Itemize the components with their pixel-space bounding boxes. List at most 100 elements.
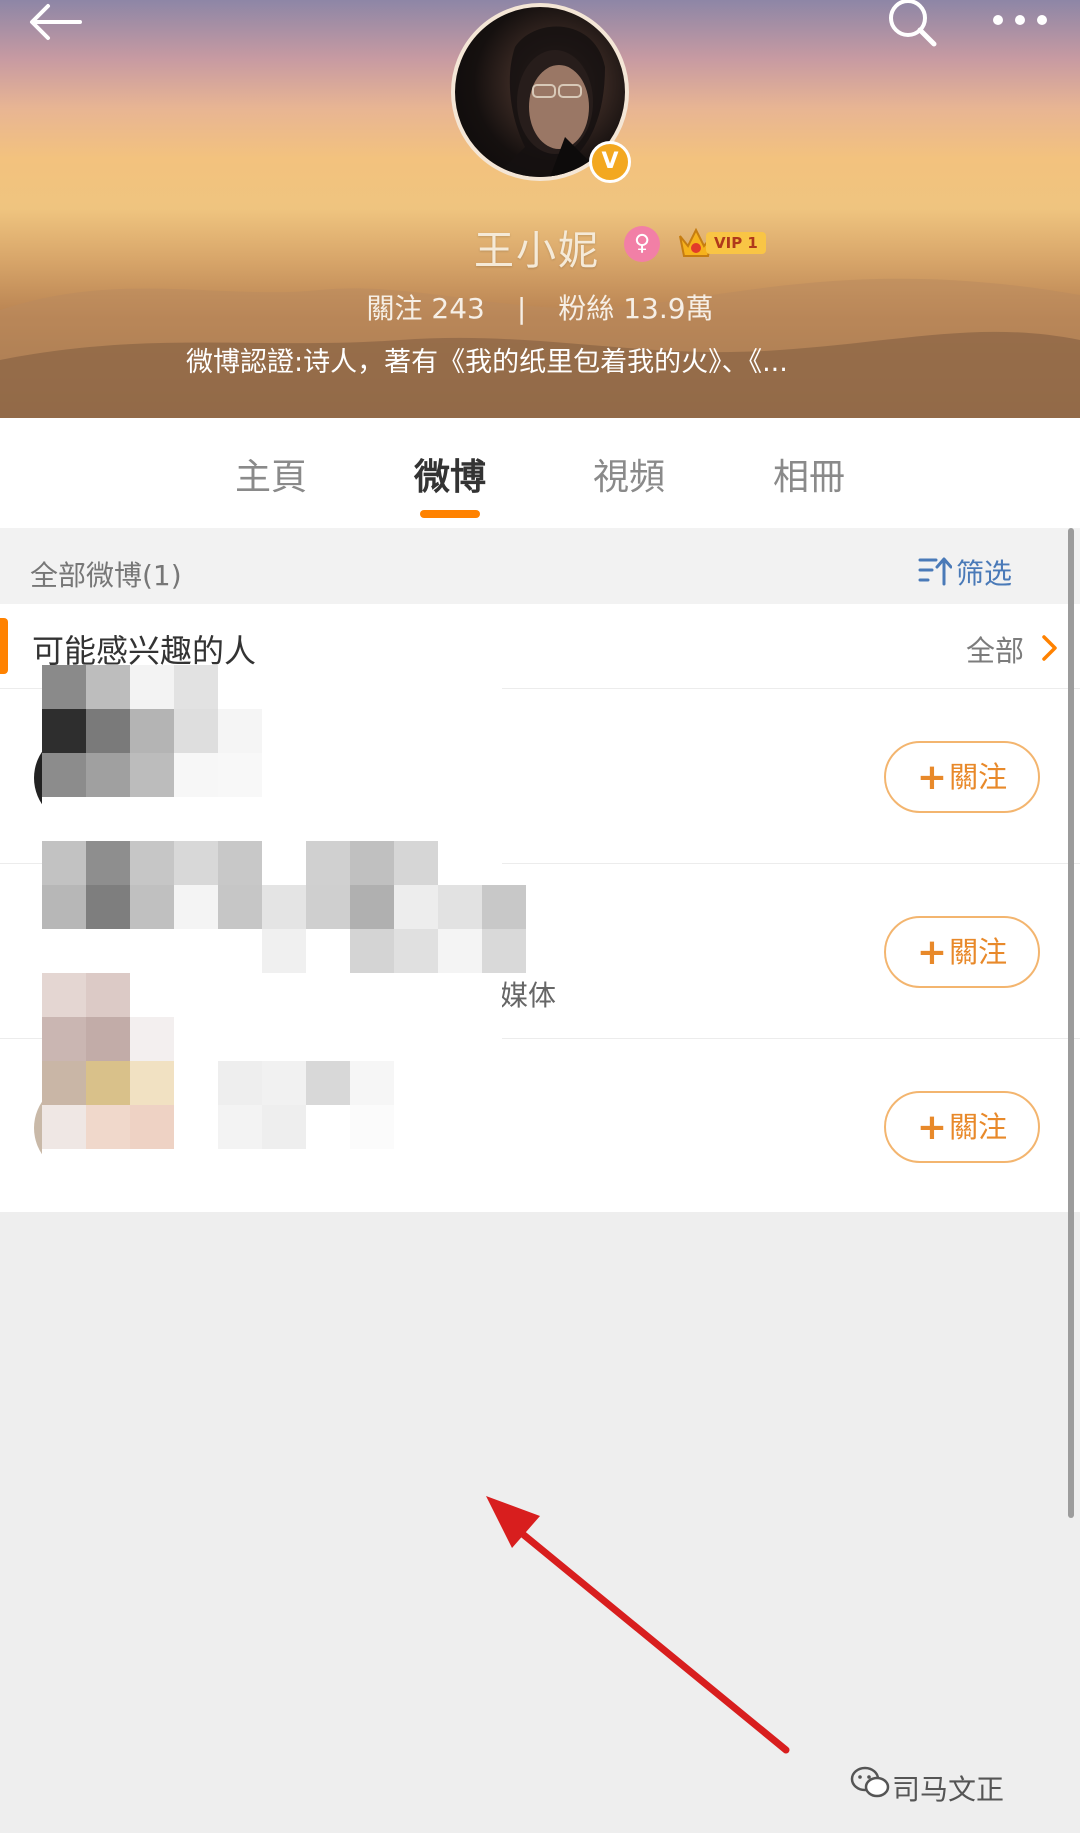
profile-bio: 微博認證:诗人，著有《我的纸里包着我的火》、《... [186,347,788,378]
following-count: 243 [431,292,485,325]
mosaic-cell [86,1061,130,1105]
mosaic-cell [174,753,218,797]
active-tab-indicator [420,510,480,518]
mosaic-cell [130,1017,174,1061]
mosaic-cell [174,665,218,709]
mosaic-cell [306,885,350,929]
mosaic-cell [42,973,86,1017]
chevron-right-icon[interactable] [1040,634,1060,662]
mosaic-cell [262,1105,306,1149]
search-icon[interactable] [886,0,938,48]
mosaic-cell [306,841,350,885]
mosaic-cell [394,885,438,929]
female-gender-icon: ♀ [624,226,660,262]
plus-icon: + [916,1107,948,1148]
watermark: 司马文正 [850,1766,1005,1808]
mosaic-cell [218,841,262,885]
follow-button[interactable]: +關注 [884,916,1040,988]
mosaic-cell [350,1105,394,1149]
mosaic-cell [174,709,218,753]
follow-label: 關注 [949,935,1008,969]
mosaic-cell [306,1061,350,1105]
followers-stat[interactable]: 粉絲 13.9萬 [558,292,713,325]
suggested-user-description: 媒体 [500,979,557,1012]
vip-badge[interactable]: VIP 1 [676,224,768,262]
profile-header-banner: V 王小妮 ♀ VIP 1 關注 243 | 粉絲 13.9萬 微博認證:诗人，著有… [0,0,1080,418]
plus-icon: + [916,757,948,798]
profile-tab-bar: 主頁 微博 視頻 相冊 [0,418,1080,528]
mosaic-cell [394,841,438,885]
mosaic-cell [130,665,174,709]
wechat-icon [850,1766,890,1798]
followers-count: 13.9萬 [623,292,714,325]
mosaic-cell [130,1061,174,1105]
verified-badge-icon: V [589,141,631,183]
more-options-icon[interactable] [990,12,1050,28]
mosaic-cell [350,929,394,973]
follow-stats: 關注 243 | 粉絲 13.9萬 [0,287,1080,327]
mosaic-cell [42,885,86,929]
mosaic-cell [86,841,130,885]
mosaic-cell [42,753,86,797]
tab-videos[interactable]: 視頻 [593,448,665,500]
mosaic-cell [218,1061,262,1105]
mosaic-cell [218,885,262,929]
mosaic-cell [86,1105,130,1149]
filter-bar: 全部微博(1) 筛选 [0,528,1080,604]
mosaic-cell [86,709,130,753]
following-label: 關注 [366,292,423,325]
privacy-mosaic [42,665,526,1185]
mosaic-cell [350,841,394,885]
mosaic-cell [218,753,262,797]
mosaic-cell [86,753,130,797]
mosaic-cell [218,1105,262,1149]
back-arrow-icon[interactable] [26,2,86,42]
mosaic-cell [42,841,86,885]
mosaic-cell [42,1061,86,1105]
profile-avatar[interactable]: V [451,3,631,183]
watermark-text: 司马文正 [892,1773,1005,1806]
follow-label: 關注 [949,760,1008,794]
mosaic-cell [350,1061,394,1105]
mosaic-cell [438,885,482,929]
mosaic-cell [130,709,174,753]
mosaic-cell [130,1105,174,1149]
plus-icon: + [916,932,948,973]
mosaic-cell [438,929,482,973]
profile-name: 王小妮 [474,228,600,274]
mosaic-cell [218,709,262,753]
tab-weibo[interactable]: 微博 [414,448,486,500]
scrollbar[interactable] [1068,528,1074,1518]
mosaic-cell [482,929,526,973]
mosaic-cell [130,885,174,929]
mosaic-cell [130,753,174,797]
mosaic-cell [42,709,86,753]
mosaic-cell [262,929,306,973]
followers-label: 粉絲 [558,292,615,325]
tab-home[interactable]: 主頁 [235,448,307,500]
follow-button[interactable]: +關注 [884,1091,1040,1163]
mosaic-cell [174,841,218,885]
mosaic-cell [262,1061,306,1105]
mosaic-cell [130,841,174,885]
filter-label: 筛选 [956,557,1013,590]
mosaic-cell [42,1105,86,1149]
mosaic-cell [86,665,130,709]
mosaic-cell [42,1017,86,1061]
tab-albums[interactable]: 相冊 [773,448,845,500]
following-stat[interactable]: 關注 243 [366,292,484,325]
mosaic-cell [394,929,438,973]
vip-level-label: VIP 1 [706,232,766,254]
filter-icon [918,557,952,586]
mosaic-cell [262,885,306,929]
filter-button[interactable]: 筛选 [918,552,1013,592]
mosaic-cell [350,885,394,929]
follow-label: 關注 [949,1110,1008,1144]
mosaic-cell [86,973,130,1017]
follow-button[interactable]: +關注 [884,741,1040,813]
mosaic-cell [86,1017,130,1061]
all-posts-count: 全部微博(1) [30,559,182,592]
section-accent-bar [0,618,8,674]
stats-separator: | [516,292,527,325]
view-all-link[interactable]: 全部 [966,628,1024,670]
